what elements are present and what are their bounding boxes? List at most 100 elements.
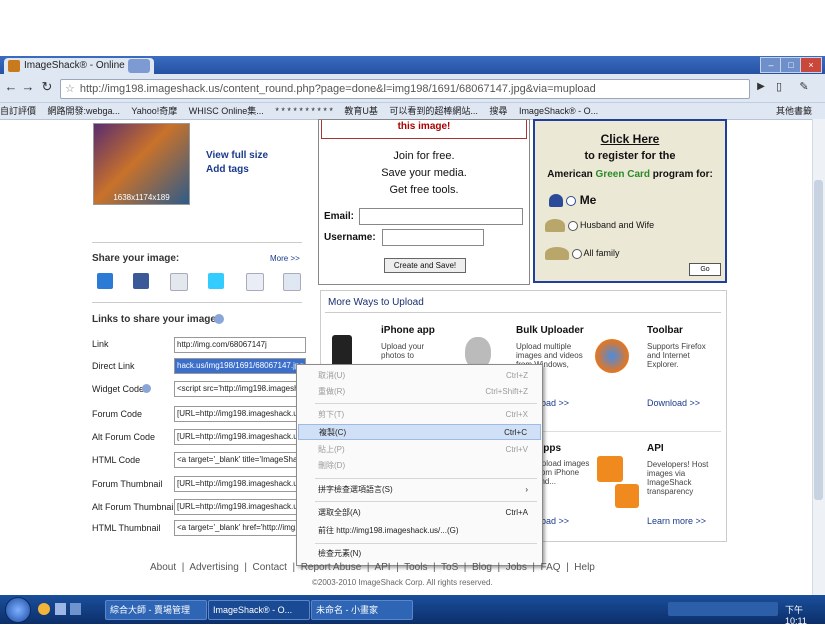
alt-forum-thumbnail-field[interactable]: [URL=http://img198.imageshack.us/i/6806: [174, 499, 306, 515]
wrench-icon[interactable]: ✎: [797, 80, 811, 94]
close-window-button[interactable]: ×: [800, 57, 822, 73]
twitter-icon[interactable]: [208, 273, 224, 289]
start-button[interactable]: [5, 597, 31, 623]
footer-link[interactable]: FAQ: [541, 562, 561, 573]
bookmark-item[interactable]: * * * * * * * * * *: [275, 106, 333, 116]
menu-item-copy[interactable]: 複製(C) Ctrl+C: [298, 424, 541, 440]
go-icon[interactable]: ▶: [754, 80, 768, 94]
footer-link[interactable]: Tools: [404, 562, 427, 573]
footer-link[interactable]: Jobs: [506, 562, 527, 573]
myspace-icon[interactable]: [170, 273, 188, 291]
alt-forum-code-field[interactable]: [URL=http://img198.imageshack.us/i/6806: [174, 429, 306, 445]
footer-link[interactable]: Report Abuse: [301, 562, 362, 573]
greencard-line-2: to register for the: [584, 150, 676, 162]
signup-top-text: this image!: [321, 120, 527, 139]
iphone-icon: [332, 335, 352, 367]
menu-item-inspect[interactable]: 檢查元素(N): [298, 546, 541, 562]
bookmark-star-icon[interactable]: ☆: [65, 83, 75, 95]
menu-item-undo[interactable]: 取消(U) Ctrl+Z: [298, 368, 541, 384]
radio-me[interactable]: [566, 195, 577, 206]
menu-item-goto[interactable]: 前往 http://img198.imageshack.us/...(G): [298, 523, 541, 539]
footer-link[interactable]: API: [374, 562, 390, 573]
forum-thumbnail-field[interactable]: [URL=http://img198.imageshack.us/i/6806: [174, 476, 306, 492]
footer-link[interactable]: Advertising: [189, 562, 238, 573]
bookmark-item[interactable]: 可以看到的超棒網站...: [389, 106, 478, 116]
taskbar-item[interactable]: 未命名 - 小畫家: [311, 600, 413, 620]
back-icon[interactable]: ←: [4, 80, 18, 94]
bookmark-item[interactable]: WHISC Online集...: [189, 106, 264, 116]
menu-item-cut[interactable]: 剪下(T) Ctrl+X: [298, 407, 541, 423]
menu-item-spellcheck[interactable]: 拼字檢查選項語言(S) ›: [298, 482, 541, 498]
menu-separator: [315, 403, 537, 404]
greencard-go-button[interactable]: Go: [689, 263, 721, 276]
new-tab-button[interactable]: [128, 59, 150, 73]
menu-item-paste[interactable]: 貼上(P) Ctrl+V: [298, 442, 541, 458]
radio-husband-wife[interactable]: [567, 220, 578, 231]
divider: [325, 312, 721, 313]
bookmark-item[interactable]: 搜尋: [489, 106, 507, 116]
help-icon[interactable]: [214, 314, 224, 324]
family-icon: [545, 247, 569, 260]
html-code-field[interactable]: <a target='_blank' title='ImageShack -: [174, 452, 306, 468]
email-share-icon[interactable]: [283, 273, 301, 291]
firefox-icon: [595, 339, 629, 373]
email-label: Email:: [324, 211, 355, 222]
bookmark-item[interactable]: ImageShack® - O...: [519, 106, 598, 116]
footer-link[interactable]: About: [150, 562, 176, 573]
share-title: Share your image:: [92, 253, 180, 264]
api-learn-more-link[interactable]: Learn more >>: [647, 516, 706, 526]
address-bar[interactable]: ☆ http://img198.imageshack.us/content_rou…: [60, 79, 750, 99]
email-input[interactable]: [359, 208, 523, 225]
menu-item-select-all[interactable]: 選取全部(A) Ctrl+A: [298, 505, 541, 521]
widget-code-field[interactable]: <script src='http://img198.imageshack.us: [174, 381, 306, 397]
desktop-quicklaunch-icon[interactable]: [55, 603, 66, 615]
html-thumbnail-field[interactable]: <a target='_blank' href='http://img198: [174, 520, 306, 536]
forum-code-label: Forum Code: [92, 409, 143, 419]
reload-icon[interactable]: ↻: [40, 80, 54, 94]
forward-icon[interactable]: →: [21, 80, 35, 94]
username-input[interactable]: [382, 229, 484, 246]
bookmark-item[interactable]: 自訂評價: [0, 106, 36, 116]
api-icon: [597, 456, 623, 482]
link-field[interactable]: http://img.com/68067147j: [174, 337, 306, 353]
minimize-button[interactable]: –: [760, 57, 782, 73]
bookmark-item[interactable]: Yahoo!奇摩: [131, 106, 177, 116]
html-code-label: HTML Code: [92, 455, 141, 465]
footer-link[interactable]: Help: [574, 562, 595, 573]
toolbar-download-link[interactable]: Download >>: [647, 398, 700, 408]
page-menu-icon[interactable]: ▯: [772, 80, 786, 94]
digg-icon[interactable]: [246, 273, 264, 291]
click-here-link[interactable]: Click Here: [535, 132, 725, 146]
radio-all-family[interactable]: [571, 248, 582, 259]
maximize-button[interactable]: □: [780, 57, 802, 73]
footer-link[interactable]: Blog: [472, 562, 492, 573]
divider: [92, 302, 302, 303]
bookmark-item[interactable]: 教育U基: [344, 106, 378, 116]
green-card-ad[interactable]: Click Here to register for the American …: [533, 119, 727, 283]
option-all-family: All family: [583, 247, 620, 258]
messenger-icon[interactable]: [97, 273, 113, 289]
forum-code-field[interactable]: [URL=http://img198.imageshack.us/i/6806: [174, 406, 306, 422]
direct-link-field[interactable]: hack.us/img198/1691/68067147.jpg: [174, 358, 306, 374]
menu-item-delete[interactable]: 刪除(D): [298, 458, 541, 474]
taskbar-item-active[interactable]: ImageShack® - O...: [208, 600, 310, 620]
share-more-link[interactable]: More >>: [270, 254, 300, 263]
api-desc: Developers! Host images via ImageShack t…: [647, 460, 709, 496]
other-bookmarks[interactable]: 其他書籤: [776, 103, 812, 119]
alt-forum-code-label: Alt Forum Code: [92, 432, 156, 442]
menu-item-redo[interactable]: 重做(R) Ctrl+Shift+Z: [298, 384, 541, 400]
footer-link[interactable]: ToS: [441, 562, 458, 573]
add-tags-link[interactable]: Add tags: [206, 164, 249, 175]
scrollbar-thumb[interactable]: [814, 180, 823, 500]
bookmark-item[interactable]: 網路開發:webga...: [48, 106, 121, 116]
image-thumbnail[interactable]: 1638x1174x189: [93, 123, 190, 205]
footer-link[interactable]: Contact: [253, 562, 287, 573]
explorer-quicklaunch-icon[interactable]: [70, 603, 81, 615]
taskbar-item[interactable]: 綜合大師 - 賣場管理: [105, 600, 207, 620]
view-full-size-link[interactable]: View full size: [206, 150, 268, 161]
facebook-icon[interactable]: [133, 273, 149, 289]
create-and-save-button[interactable]: Create and Save!: [384, 258, 466, 273]
widget-help-icon[interactable]: [142, 384, 151, 393]
chrome-quicklaunch-icon[interactable]: [38, 603, 50, 615]
footer-links: About | Advertising | Contact | Report A…: [150, 562, 595, 573]
